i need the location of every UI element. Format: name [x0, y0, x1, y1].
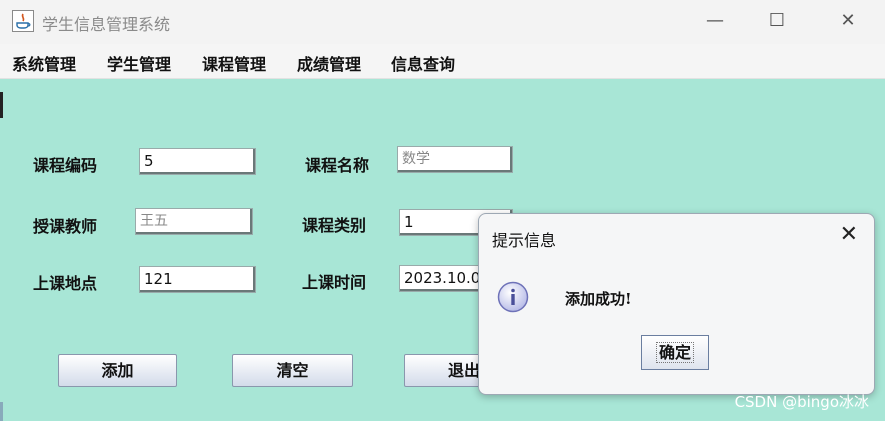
add-button[interactable]: 添加 — [58, 354, 177, 387]
dialog-title: 提示信息 — [492, 231, 557, 250]
dialog-message: 添加成功! — [565, 290, 632, 308]
location-label: 上课地点 — [33, 274, 98, 293]
clear-button[interactable]: 清空 — [232, 354, 353, 387]
course-code-label: 课程编码 — [33, 156, 98, 175]
info-icon — [497, 281, 529, 313]
minimize-button[interactable]: — — [700, 8, 730, 34]
watermark: CSDN @bingo冰冰 — [734, 393, 869, 411]
title-bar: 学生信息管理系统 — ☐ ✕ — [0, 0, 885, 44]
java-app-icon — [12, 10, 34, 32]
course-type-label: 课程类别 — [302, 216, 367, 235]
course-code-input[interactable]: 5 — [139, 148, 256, 175]
menu-course-management[interactable]: 课程管理 — [202, 51, 266, 75]
message-dialog: 提示信息 ✕ 添加成功! 确定 — [478, 213, 875, 395]
menu-system-management[interactable]: 系统管理 — [12, 51, 76, 75]
ok-button-label: 确定 — [655, 342, 694, 363]
teacher-label: 授课教师 — [33, 217, 98, 236]
course-name-input[interactable]: 数学 — [397, 146, 513, 173]
menu-info-query[interactable]: 信息查询 — [391, 51, 455, 75]
menu-student-management[interactable]: 学生管理 — [107, 51, 171, 75]
location-input[interactable]: 121 — [139, 266, 256, 293]
course-name-label: 课程名称 — [305, 156, 370, 175]
left-edge-mark-bottom — [0, 402, 3, 421]
dialog-close-button[interactable]: ✕ — [840, 222, 858, 247]
window-title: 学生信息管理系统 — [42, 15, 171, 34]
menu-bar: 系统管理 学生管理 课程管理 成绩管理 信息查询 — [0, 44, 885, 79]
menu-grade-management[interactable]: 成绩管理 — [297, 51, 361, 75]
teacher-input[interactable]: 王五 — [135, 208, 253, 235]
maximize-button[interactable]: ☐ — [762, 8, 792, 34]
left-edge-mark — [0, 92, 3, 118]
ok-button[interactable]: 确定 — [641, 335, 709, 370]
close-window-button[interactable]: ✕ — [833, 8, 863, 34]
time-label: 上课时间 — [302, 273, 367, 292]
